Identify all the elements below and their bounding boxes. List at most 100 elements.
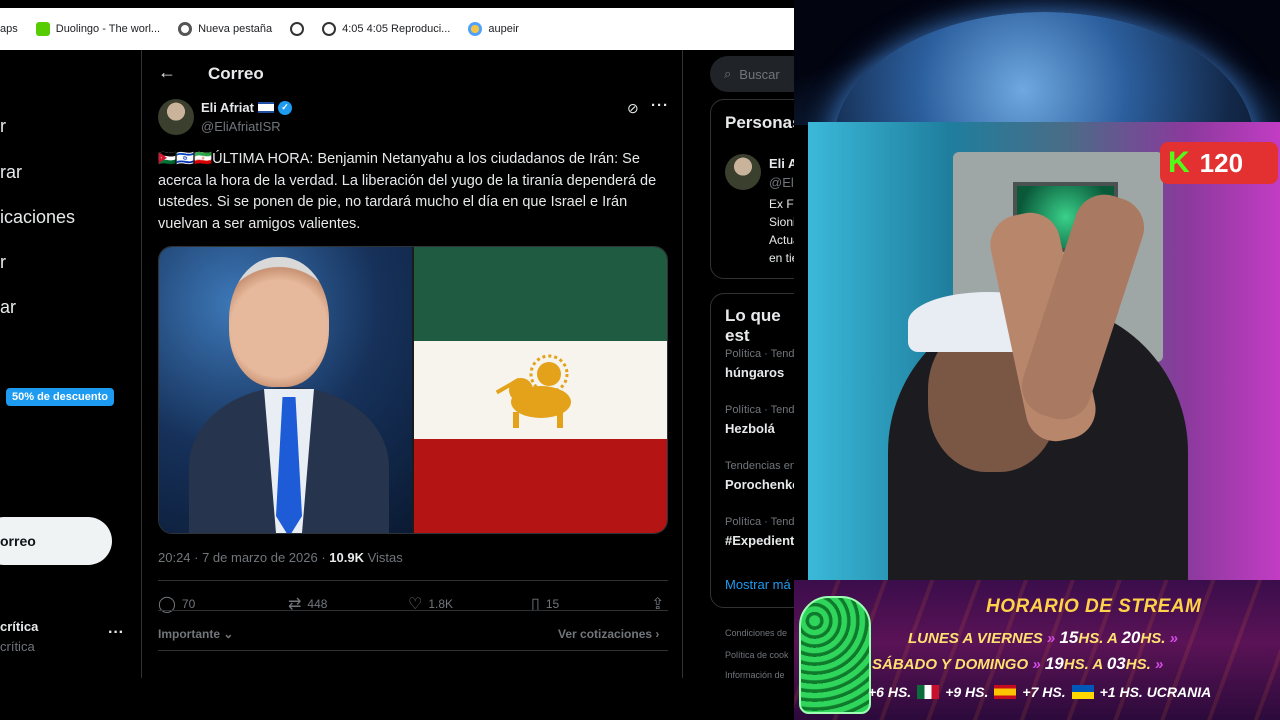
- schedule-row-weekend: SÁBADO Y DOMINGO » 19HS. A 03HS. »: [872, 654, 1163, 674]
- avatar[interactable]: [158, 99, 194, 135]
- post-button[interactable]: orreo: [0, 517, 112, 565]
- search-placeholder: Buscar: [739, 66, 780, 82]
- promo-badge[interactable]: 50% de descuento: [6, 388, 114, 406]
- chrome-icon: [178, 22, 193, 36]
- trend-context: Política · Tender: [725, 516, 794, 528]
- tweet-handle[interactable]: @EliAfriatISR: [201, 119, 281, 134]
- a-label: A: [1107, 630, 1118, 647]
- main-column: ← Correo Eli Afriat ✓ @EliAfriatISR ⊘ ··…: [142, 50, 683, 678]
- reply-sort-dropdown[interactable]: Importante ⌄: [158, 627, 233, 641]
- tweet-text: 🇯🇴🇮🇱🇮🇷ÚLTIMA HORA: Benjamin Netanyahu a …: [158, 149, 663, 235]
- people-title: Personas: [725, 113, 794, 132]
- views-label: Vistas: [363, 550, 403, 565]
- like-button[interactable]: ♡ 1.8K: [408, 594, 531, 614]
- account-name[interactable]: crítica: [0, 619, 38, 634]
- person-name[interactable]: Eli Afri: [769, 156, 794, 171]
- schedule-to: 20: [1121, 628, 1141, 647]
- aupeir-icon: [468, 22, 483, 36]
- bookmark-label: aupeir: [488, 23, 519, 35]
- person-handle: @EliAf: [769, 175, 794, 190]
- footer-link[interactable]: Condiciones de: [725, 628, 787, 638]
- reply-icon: ◯: [158, 596, 176, 613]
- tweet-media[interactable]: [158, 246, 668, 534]
- double-arrow-icon: »: [1046, 630, 1056, 647]
- bookmark-label: 4:05 4:05 Reproduci...: [342, 23, 451, 35]
- hs-label: HS.: [1078, 630, 1104, 647]
- cup-graphic: [799, 596, 871, 714]
- grok-icon[interactable]: ⊘: [627, 100, 639, 117]
- trend-name[interactable]: #Expediente: [725, 533, 794, 548]
- retweet-button[interactable]: ⇄ 448: [288, 594, 408, 614]
- spain-flag-icon: [994, 685, 1017, 699]
- nav-item-follow[interactable]: r: [0, 252, 6, 273]
- search-icon: ⌕: [724, 66, 732, 81]
- zone-offset: +7 HS.: [1022, 684, 1066, 700]
- schedule-days: SÁBADO Y DOMINGO: [872, 656, 1029, 673]
- zone-offset: +1 HS. UCRANIA: [1099, 684, 1212, 700]
- avatar[interactable]: [725, 154, 761, 190]
- trend-name[interactable]: Porochenko: [725, 477, 794, 492]
- double-arrow-icon: »: [1154, 656, 1164, 673]
- tweet-author[interactable]: Eli Afriat ✓: [201, 100, 292, 115]
- globe-icon: [322, 22, 337, 36]
- bookmark-duolingo[interactable]: Duolingo - The worl...: [35, 22, 160, 36]
- bookmark-button[interactable]: ▯ 15: [531, 594, 651, 614]
- israel-flag-icon: [257, 102, 274, 113]
- trend-name[interactable]: Hezbolá: [725, 421, 775, 436]
- view-quotes-link[interactable]: Ver cotizaciones ›: [558, 627, 659, 641]
- mexico-flag-icon: [917, 685, 940, 699]
- bookmark-reproduction[interactable]: 4:05 4:05 Reproduci...: [322, 22, 450, 36]
- planet-graphic: [834, 12, 1254, 125]
- footer-link[interactable]: Información de: [725, 670, 785, 678]
- tweet-actions: ◯ 70 ⇄ 448 ♡ 1.8K ▯ 15 ⇪: [158, 594, 668, 614]
- iran-lion-sun-flag: [412, 247, 667, 533]
- arrow-left-icon[interactable]: ←: [158, 62, 176, 83]
- hs-label: HS.: [1063, 656, 1089, 673]
- flag-red-stripe: [414, 438, 667, 533]
- person-bio-line: Actual: [769, 233, 794, 247]
- more-icon[interactable]: ···: [651, 97, 669, 114]
- trends-title: Lo que est: [725, 306, 781, 345]
- person-bio-line: Sionist: [769, 215, 794, 229]
- bookmark-globe[interactable]: [290, 22, 305, 36]
- bookmark-new-tab[interactable]: Nueva pestaña: [178, 22, 272, 36]
- schedule-title: HORARIO DE STREAM: [986, 596, 1202, 617]
- search-input[interactable]: ⌕ Buscar: [710, 56, 794, 92]
- bookmark-apps[interactable]: aps: [0, 23, 18, 35]
- nav-item-chat[interactable]: ar: [0, 297, 16, 318]
- flag-green-stripe: [414, 247, 667, 342]
- nav-item-explore[interactable]: r: [0, 116, 6, 137]
- space-background: [794, 0, 1280, 125]
- schedule-days: LUNES A VIERNES: [908, 630, 1043, 647]
- bookmark-count: 15: [545, 597, 560, 611]
- bookmark-label: Nueva pestaña: [198, 23, 273, 35]
- x-page: r rar icaciones r ar 50% de descuento or…: [0, 50, 794, 678]
- quotes-label: Ver cotizaciones: [558, 627, 653, 641]
- trend-context: Tendencias en U: [725, 460, 794, 472]
- trend-name[interactable]: húngaros: [725, 365, 784, 380]
- share-button[interactable]: ⇪: [651, 594, 664, 614]
- double-arrow-icon: »: [1032, 656, 1041, 673]
- chevron-right-icon: ›: [655, 627, 660, 641]
- emoji-prefix: 🇯🇴🇮🇱🇮🇷: [158, 151, 213, 167]
- more-icon[interactable]: ···: [108, 624, 124, 642]
- nav-item-notifications[interactable]: icaciones: [0, 207, 75, 228]
- nav-item-search[interactable]: rar: [0, 162, 22, 183]
- footer-link[interactable]: Política de cook: [725, 650, 789, 660]
- lion-and-sun-icon: [495, 354, 571, 428]
- bookmark-aupeir[interactable]: aupeir: [468, 22, 519, 36]
- page-title: Correo: [208, 64, 264, 83]
- bookmark-icon: ▯: [531, 596, 540, 613]
- show-more-link[interactable]: Mostrar má: [725, 577, 791, 592]
- divider: [158, 650, 668, 651]
- divider: [158, 580, 668, 581]
- photo-head: [229, 257, 329, 387]
- reply-button[interactable]: ◯ 70: [158, 594, 288, 614]
- trend-context: Política · Tender: [725, 348, 794, 360]
- share-icon: ⇪: [651, 596, 665, 613]
- trend-context: Política · Tender: [725, 404, 794, 416]
- globe-icon: [290, 22, 305, 36]
- double-arrow-icon: »: [1169, 630, 1178, 647]
- tweet-time[interactable]: 20:24 · 7 de marzo de 2026 ·: [158, 550, 329, 565]
- zone-offset: +9 HS.: [945, 684, 989, 700]
